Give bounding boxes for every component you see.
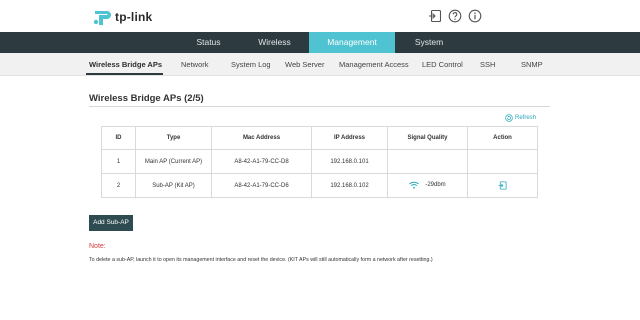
col-mac-address: Mac Address <box>211 126 312 150</box>
cell-action <box>467 149 538 174</box>
col-ip-address: IP Address <box>311 126 388 150</box>
subnav-ssh[interactable]: SSH <box>480 53 495 76</box>
cell-signal <box>387 149 468 174</box>
note-text: To delete a sub-AP, launch it to open it… <box>89 257 433 263</box>
cell-mac: A8-42-A1-79-CC-D8 <box>211 149 312 174</box>
tp-link-logo[interactable]: tp-link <box>92 6 172 28</box>
wifi-icon <box>409 181 420 189</box>
tab-status[interactable]: Status <box>181 32 236 53</box>
cell-action <box>467 173 538 198</box>
table-header-row: ID Type Mac Address IP Address Signal Qu… <box>101 126 538 150</box>
subnav-led-control[interactable]: LED Control <box>422 53 463 76</box>
cell-type: Main AP (Current AP) <box>135 149 212 174</box>
signal-indicator: -29dbm <box>409 181 446 189</box>
sub-nav: Wireless Bridge APs Network System Log W… <box>0 53 640 76</box>
table-row: 1 Main AP (Current AP) A8-42-A1-79-CC-D8… <box>101 149 538 174</box>
main-nav: Status Wireless Management System <box>0 32 640 53</box>
refresh-button[interactable]: Refresh <box>505 113 536 123</box>
subnav-snmp[interactable]: SNMP <box>521 53 543 76</box>
subnav-management-access[interactable]: Management Access <box>339 53 409 76</box>
tab-management[interactable]: Management <box>309 32 395 53</box>
cell-signal: -29dbm <box>387 173 468 198</box>
signal-value: -29dbm <box>425 181 446 188</box>
subnav-web-server[interactable]: Web Server <box>285 53 324 76</box>
tp-link-logo-icon <box>93 11 111 25</box>
info-icon[interactable] <box>468 9 482 23</box>
tab-system[interactable]: System <box>401 32 457 53</box>
help-icon[interactable] <box>448 9 462 23</box>
section-divider <box>89 106 550 107</box>
refresh-label: Refresh <box>515 115 537 121</box>
note-title: Note: <box>89 243 106 250</box>
col-signal-quality: Signal Quality <box>387 126 468 150</box>
table-row: 2 Sub-AP (Kit AP) A8-42-A1-79-CC-D6 192.… <box>101 173 538 198</box>
cell-type: Sub-AP (Kit AP) <box>135 173 212 198</box>
brand-name: tp-link <box>115 10 153 24</box>
subnav-network[interactable]: Network <box>181 53 209 76</box>
logout-icon[interactable] <box>428 9 442 23</box>
col-type: Type <box>135 126 212 150</box>
tab-wireless[interactable]: Wireless <box>246 32 303 53</box>
bridge-ap-table: ID Type Mac Address IP Address Signal Qu… <box>101 126 538 198</box>
header-icons <box>428 9 482 23</box>
section-title: Wireless Bridge APs (2/5) <box>89 93 204 104</box>
cell-id: 1 <box>101 149 136 174</box>
col-action: Action <box>467 126 538 150</box>
subnav-system-log[interactable]: System Log <box>231 53 271 76</box>
cell-id: 2 <box>101 173 136 198</box>
add-sub-ap-button[interactable]: Add Sub-AP <box>89 215 133 231</box>
active-subnav-indicator <box>86 73 163 75</box>
login-icon[interactable] <box>498 181 507 190</box>
refresh-icon <box>505 114 513 122</box>
header: tp-link <box>0 0 640 32</box>
cell-mac: A8-42-A1-79-CC-D6 <box>211 173 312 198</box>
col-id: ID <box>101 126 136 150</box>
cell-ip: 192.168.0.102 <box>311 173 388 198</box>
cell-ip: 192.168.0.101 <box>311 149 388 174</box>
